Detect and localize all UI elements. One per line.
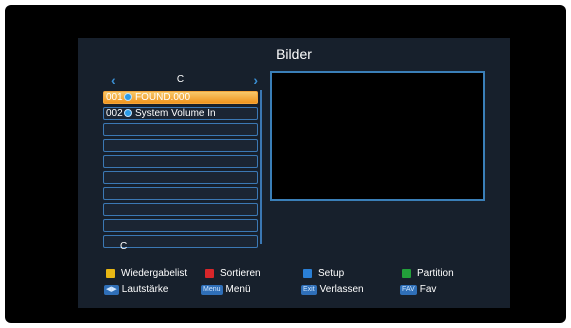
sort-key[interactable]: Sortieren <box>205 268 261 279</box>
fav-button-icon: FAV <box>400 284 417 295</box>
menu-button-icon: Menu <box>201 284 223 295</box>
left-right-button-icon: ◀▶ <box>104 284 119 295</box>
volume-key[interactable]: ◀▶ Lautstärke <box>104 284 168 295</box>
list-scrollbar[interactable] <box>260 90 262 244</box>
media-browser-panel: Bilder ‹ C › 001 FOUND.000 002 System Volu… <box>78 38 510 308</box>
empty-row[interactable] <box>103 203 258 216</box>
empty-row[interactable] <box>103 155 258 168</box>
folder-icon <box>124 93 132 101</box>
green-key-icon <box>402 269 411 278</box>
file-row[interactable]: 001 FOUND.000 <box>103 91 258 104</box>
drive-selector[interactable]: ‹ C › <box>103 73 258 87</box>
chevron-right-icon[interactable]: › <box>253 73 258 87</box>
empty-row[interactable] <box>103 139 258 152</box>
drive-label: C <box>176 74 185 85</box>
exit-button-icon: Exit <box>301 284 317 295</box>
empty-row[interactable] <box>103 171 258 184</box>
menu-key[interactable]: Menu Menü <box>201 284 251 295</box>
menu-label: Menü <box>225 284 251 295</box>
setup-key[interactable]: Setup <box>303 268 344 279</box>
playlist-label: Wiedergabelist <box>121 268 188 279</box>
empty-row[interactable] <box>103 187 258 200</box>
image-preview <box>270 71 485 201</box>
yellow-key-icon <box>106 269 115 278</box>
page-title: Bilder <box>276 46 312 62</box>
playlist-key[interactable]: Wiedergabelist <box>106 268 187 279</box>
file-list: 001 FOUND.000 002 System Volume In <box>103 91 258 251</box>
file-number: 002 <box>106 108 123 119</box>
current-path: C <box>120 241 128 252</box>
empty-row[interactable] <box>103 219 258 232</box>
sort-label: Sortieren <box>220 268 261 279</box>
key-legend: Wiedergabelist Sortieren Setup Partition… <box>102 268 502 300</box>
blue-key-icon <box>303 269 312 278</box>
file-name: FOUND.000 <box>135 92 191 103</box>
tv-screen: Bilder ‹ C › 001 FOUND.000 002 System Volu… <box>5 5 566 323</box>
file-number: 001 <box>106 92 123 103</box>
file-name: System Volume In <box>135 108 216 119</box>
folder-icon <box>124 109 132 117</box>
red-key-icon <box>205 269 214 278</box>
exit-label: Verlassen <box>319 284 364 295</box>
fav-label: Fav <box>419 284 437 295</box>
setup-label: Setup <box>318 268 345 279</box>
exit-key[interactable]: Exit Verlassen <box>301 284 364 295</box>
fav-key[interactable]: FAV Fav <box>400 284 436 295</box>
partition-key[interactable]: Partition <box>402 268 454 279</box>
volume-label: Lautstärke <box>121 284 169 295</box>
empty-row[interactable] <box>103 123 258 136</box>
partition-label: Partition <box>417 268 454 279</box>
file-row[interactable]: 002 System Volume In <box>103 107 258 120</box>
